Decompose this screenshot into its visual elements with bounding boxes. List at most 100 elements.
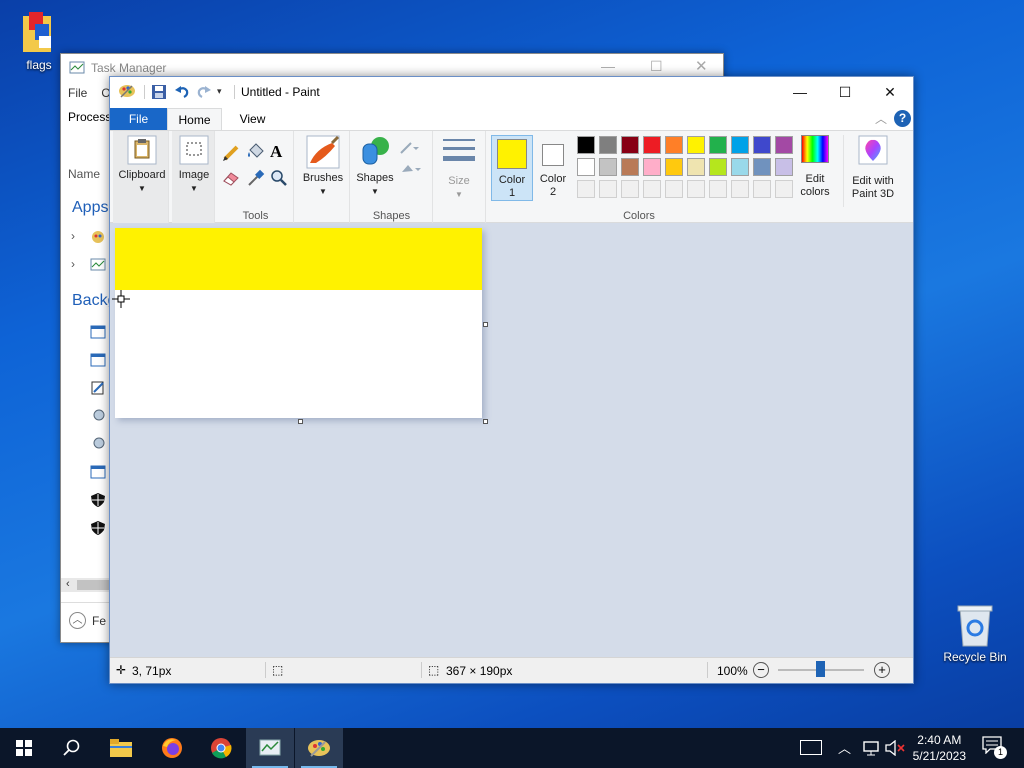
palette-swatch[interactable] (577, 136, 595, 154)
start-button[interactable] (0, 728, 48, 768)
palette-swatch[interactable] (687, 136, 705, 154)
palette-swatch[interactable] (665, 158, 683, 176)
outline-icon[interactable] (399, 141, 423, 155)
text-tool-icon[interactable]: A (270, 142, 282, 162)
help-icon[interactable]: ? (894, 110, 911, 127)
tm-menu-file[interactable]: File (68, 86, 87, 100)
size-button[interactable]: Size ▼ (437, 137, 481, 201)
palette-swatch[interactable] (665, 180, 683, 198)
network-icon[interactable] (862, 740, 880, 756)
chevron-down-icon: ▼ (371, 187, 379, 196)
redo-icon[interactable] (196, 84, 212, 100)
tm-close-button[interactable]: ✕ (695, 57, 708, 75)
paint-app-icon[interactable] (118, 83, 136, 99)
palette-swatch[interactable] (753, 136, 771, 154)
fill-icon[interactable] (399, 162, 423, 176)
tm-expand-chevron[interactable]: › (71, 257, 75, 271)
palette-swatch[interactable] (621, 180, 639, 198)
close-button[interactable]: ✕ (868, 81, 912, 103)
tm-fewer-details[interactable]: ︿ Fe (69, 612, 106, 629)
clock[interactable]: 2:40 AM 5/21/2023 (913, 732, 966, 764)
zoom-out-button[interactable]: − (753, 662, 769, 678)
file-explorer-taskbar-button[interactable] (97, 728, 145, 768)
paint-taskbar-button[interactable] (295, 728, 343, 768)
paint-window[interactable]: ▾ Untitled - Paint — ☐ ✕ File Home View … (109, 76, 914, 684)
palette-swatch[interactable] (665, 136, 683, 154)
drawing-canvas[interactable] (115, 228, 482, 418)
color-picker-icon[interactable] (247, 169, 265, 187)
palette-swatch[interactable] (731, 136, 749, 154)
palette-swatch[interactable] (643, 180, 661, 198)
brushes-button[interactable]: Brushes ▼ (299, 135, 347, 198)
minimize-ribbon-icon[interactable]: ︿ (875, 110, 887, 127)
action-center-button[interactable]: 1 (982, 736, 1007, 759)
palette-swatch[interactable] (753, 158, 771, 176)
resize-handle-right[interactable] (483, 322, 488, 327)
tab-file[interactable]: File (110, 108, 167, 130)
eraser-icon[interactable] (222, 170, 240, 186)
color2-button[interactable]: Color 2 (535, 135, 571, 201)
palette-swatch[interactable] (577, 180, 595, 198)
palette-swatch[interactable] (621, 136, 639, 154)
color2-swatch (542, 144, 564, 166)
news-widget-icon[interactable] (800, 740, 822, 755)
zoom-slider-thumb[interactable] (816, 661, 825, 677)
scroll-thumb[interactable] (77, 580, 111, 590)
tm-maximize-button[interactable]: ☐ (650, 58, 663, 75)
desktop-icon-recycle-bin[interactable]: Recycle Bin (940, 602, 1010, 664)
resize-handle-corner[interactable] (483, 419, 488, 424)
edit-colors-label: Edit (805, 173, 825, 185)
palette-swatch[interactable] (643, 136, 661, 154)
palette-swatch[interactable] (621, 158, 639, 176)
fill-bucket-icon[interactable] (246, 143, 264, 161)
palette-swatch[interactable] (687, 158, 705, 176)
clipboard-button[interactable]: Clipboard ▼ (117, 135, 167, 195)
canvas-area[interactable] (110, 223, 913, 657)
palette-swatch[interactable] (709, 136, 727, 154)
palette-swatch[interactable] (687, 180, 705, 198)
tm-minimize-button[interactable]: — (601, 58, 615, 74)
palette-swatch[interactable] (577, 158, 595, 176)
zoom-in-button[interactable]: + (874, 662, 890, 678)
firefox-taskbar-button[interactable] (148, 728, 196, 768)
resize-handle-bottom[interactable] (298, 419, 303, 424)
palette-swatch[interactable] (775, 158, 793, 176)
tab-home[interactable]: Home (167, 108, 222, 131)
tools-group: A Tools (218, 131, 294, 224)
magnifier-icon[interactable] (270, 169, 288, 187)
scroll-left-arrow[interactable]: ‹ (66, 578, 70, 590)
pencil-icon[interactable] (222, 144, 240, 162)
palette-swatch[interactable] (709, 180, 727, 198)
tm-horizontal-scrollbar[interactable]: ‹ (61, 578, 111, 592)
tab-view[interactable]: View (230, 108, 275, 130)
palette-swatch[interactable] (731, 180, 749, 198)
show-hidden-icons-chevron[interactable]: ︿ (838, 738, 851, 757)
palette-swatch[interactable] (775, 136, 793, 154)
palette-swatch[interactable] (599, 136, 617, 154)
palette-swatch[interactable] (753, 180, 771, 198)
save-icon[interactable] (152, 85, 166, 99)
palette-swatch[interactable] (599, 180, 617, 198)
shapes-button[interactable]: Shapes ▼ (355, 135, 395, 198)
task-manager-taskbar-button[interactable] (246, 728, 294, 768)
color2-label: Color (539, 173, 567, 185)
qat-customize-dropdown-icon[interactable]: ▾ (217, 86, 222, 97)
minimize-button[interactable]: — (778, 81, 822, 103)
edit-colors-button[interactable]: Edit colors (794, 135, 836, 199)
palette-swatch[interactable] (643, 158, 661, 176)
color1-button[interactable]: Color 1 (491, 135, 533, 201)
edit-with-paint3d-button[interactable]: Edit with Paint 3D (845, 135, 901, 201)
tm-column-name[interactable]: Name (68, 167, 100, 181)
tm-tab-processes[interactable]: Process (68, 110, 111, 124)
palette-swatch[interactable] (599, 158, 617, 176)
palette-swatch[interactable] (709, 158, 727, 176)
image-button[interactable]: Image ▼ (173, 135, 215, 195)
search-button[interactable] (48, 728, 96, 768)
maximize-button[interactable]: ☐ (823, 81, 867, 103)
palette-swatch[interactable] (731, 158, 749, 176)
tm-expand-chevron[interactable]: › (71, 229, 75, 243)
volume-muted-icon[interactable] (885, 740, 905, 756)
chrome-taskbar-button[interactable] (197, 728, 245, 768)
palette-swatch[interactable] (775, 180, 793, 198)
undo-icon[interactable] (174, 84, 190, 100)
